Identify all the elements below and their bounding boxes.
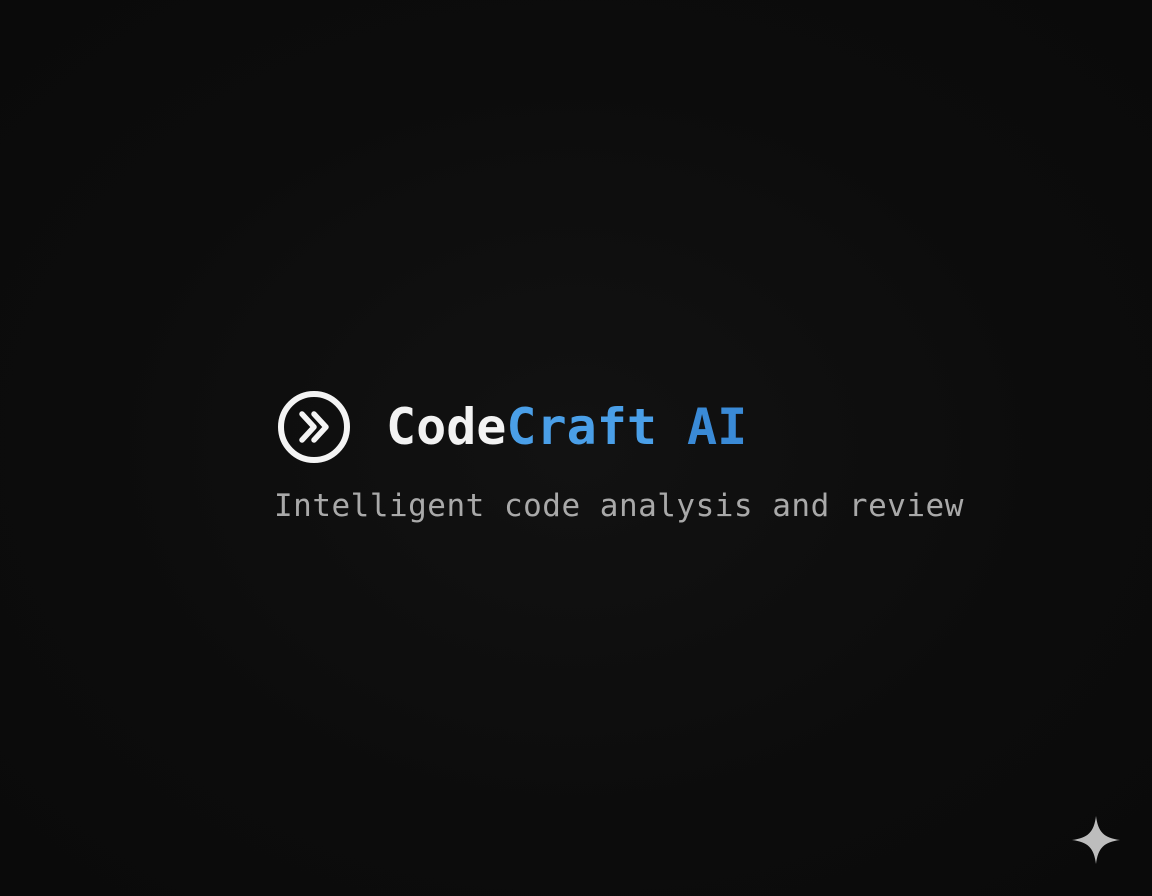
brand-header: CodeCraft AI <box>276 388 747 466</box>
app-tagline: Intelligent code analysis and review <box>274 488 964 524</box>
double-chevron-right-circle-icon <box>278 391 350 463</box>
app-title-code: Code <box>386 398 507 456</box>
sparkle-icon <box>1072 816 1120 864</box>
app-title-craft: Craft <box>506 398 657 456</box>
app-title-ai: AI <box>656 398 748 456</box>
app-title: CodeCraft AI <box>386 402 747 452</box>
splash-screen: CodeCraft AI Intelligent code analysis a… <box>0 0 1152 896</box>
